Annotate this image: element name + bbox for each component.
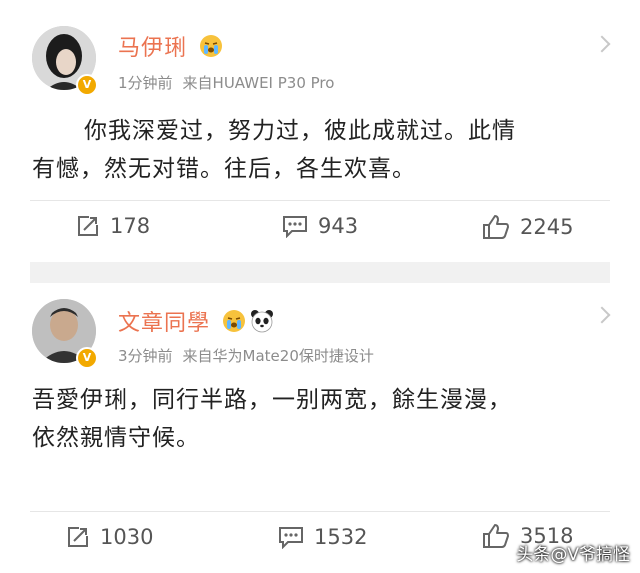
divider bbox=[30, 200, 610, 201]
post-meta: 1分钟前 来自HUAWEI P30 Pro bbox=[118, 72, 344, 93]
post-content-line: 吾愛伊琍，同行半路，一别两宽，餘生漫漫， bbox=[32, 387, 512, 413]
post-content-line: 你我深爱过，努力过，彼此成就过。此情 bbox=[84, 118, 516, 144]
chevron-down-icon[interactable] bbox=[593, 35, 611, 53]
repost-count: 1030 bbox=[100, 525, 154, 549]
username[interactable]: 马伊琍 bbox=[118, 30, 223, 64]
repost-icon bbox=[78, 216, 98, 236]
weibo-post-1: V 马伊琍 1分钟前 来自HUAWEI P30 Pro 你我深爱过，努力过，彼此成… bbox=[0, 0, 640, 262]
watermark: 头条@V爷搞怪 bbox=[516, 545, 630, 565]
post-content: 你我深爱过，努力过，彼此成就过。此情 有憾，然无对错。往后，各生欢喜。 bbox=[32, 112, 516, 188]
post-content-line: 依然親情守候。 bbox=[32, 425, 200, 451]
comment-count: 1532 bbox=[314, 525, 368, 549]
comment-button[interactable]: 1532 bbox=[278, 525, 367, 549]
repost-icon bbox=[68, 527, 88, 547]
post-content-line: 有憾，然无对错。往后，各生欢喜。 bbox=[32, 156, 416, 182]
crying-emoji-icon bbox=[222, 309, 246, 339]
repost-button[interactable]: 1030 bbox=[66, 525, 153, 549]
panda-emoji-icon bbox=[250, 309, 274, 339]
repost-button[interactable]: 178 bbox=[76, 214, 150, 238]
comment-icon bbox=[283, 216, 307, 238]
post-source[interactable]: 来自华为Mate20保时捷设计 bbox=[183, 347, 374, 365]
repost-count: 178 bbox=[110, 214, 151, 238]
weibo-post-2: V 文章同學 3分钟前 来自华为Mate20保时捷设计 吾愛伊琍，同行半路，一别两… bbox=[0, 283, 640, 573]
comment-count: 943 bbox=[318, 214, 359, 238]
post-source[interactable]: 来自HUAWEI P30 Pro bbox=[183, 74, 335, 92]
post-content: 吾愛伊琍，同行半路，一别两宽，餘生漫漫， 依然親情守候。 bbox=[32, 381, 512, 457]
comment-icon bbox=[279, 527, 303, 549]
like-count: 2245 bbox=[520, 215, 574, 239]
verified-badge: V bbox=[76, 347, 98, 369]
chevron-down-icon[interactable] bbox=[593, 306, 611, 324]
post-time: 1分钟前 bbox=[118, 74, 173, 92]
crying-emoji-icon bbox=[199, 34, 223, 64]
post-meta: 3分钟前 来自华为Mate20保时捷设计 bbox=[118, 345, 384, 366]
like-button[interactable]: 2245 bbox=[482, 214, 573, 240]
like-icon bbox=[483, 524, 509, 548]
username[interactable]: 文章同學 bbox=[118, 305, 274, 339]
comment-button[interactable]: 943 bbox=[282, 214, 358, 238]
post-time: 3分钟前 bbox=[118, 347, 173, 365]
post-separator bbox=[30, 262, 610, 283]
verified-badge: V bbox=[76, 74, 98, 96]
divider bbox=[30, 511, 610, 512]
like-icon bbox=[483, 215, 509, 239]
